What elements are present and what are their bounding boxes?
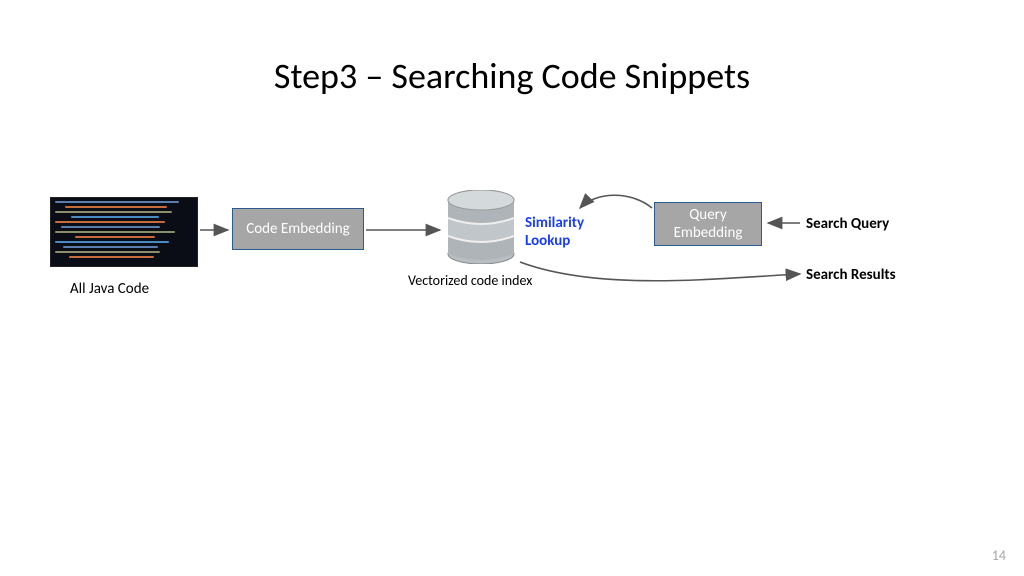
java-code-thumbnail	[50, 197, 198, 267]
page-number: 14	[992, 547, 1006, 564]
database-cylinder-icon	[446, 190, 516, 264]
arrow-db-to-results	[520, 262, 800, 281]
search-query-label: Search Query	[806, 215, 889, 233]
java-code-caption: All Java Code	[70, 280, 149, 298]
arrow-query-to-similarity	[580, 195, 652, 208]
search-results-label: Search Results	[806, 266, 896, 284]
code-embedding-box: Code Embedding	[232, 208, 364, 250]
similarity-lookup-label: Similarity Lookup	[525, 214, 584, 250]
db-caption: Vectorized code index	[408, 272, 532, 289]
query-embedding-box: Query Embedding	[654, 202, 762, 246]
slide-title: Step3 – Searching Code Snippets	[0, 54, 1024, 98]
